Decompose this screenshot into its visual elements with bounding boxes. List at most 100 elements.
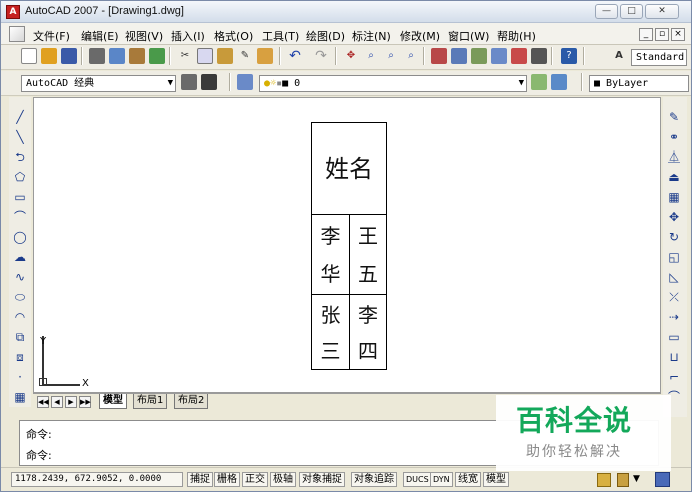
rectangle-icon[interactable]: ▭ — [12, 189, 28, 205]
circle-icon[interactable]: ◯ — [12, 229, 28, 245]
mdi-restore-button[interactable]: ▫ — [655, 28, 669, 41]
close-button[interactable]: ✕ — [645, 4, 679, 19]
layer-combo[interactable]: ●☼▪■ 0 ▼ — [259, 75, 527, 92]
status-menu-arrow-icon[interactable]: ▼ — [633, 474, 640, 484]
help-icon[interactable]: ? — [561, 48, 577, 64]
calculator-icon[interactable] — [531, 48, 547, 64]
new-icon[interactable] — [21, 48, 37, 64]
ortho-toggle[interactable]: 正交 — [242, 472, 268, 487]
cut-icon[interactable]: ✂ — [177, 48, 193, 64]
menu-tools[interactable]: 工具(T) — [262, 28, 299, 44]
menu-view[interactable]: 视图(V) — [125, 28, 163, 44]
open-icon[interactable] — [41, 48, 57, 64]
pan-icon[interactable]: ✥ — [343, 48, 359, 64]
paste-icon[interactable] — [217, 48, 233, 64]
tool-palettes-icon[interactable] — [471, 48, 487, 64]
make-block-icon[interactable]: ⧈ — [12, 349, 28, 365]
make-layer-current-icon[interactable] — [531, 74, 547, 90]
3d-dwf-icon[interactable] — [149, 48, 165, 64]
zoom-realtime-icon[interactable]: ⌕ — [363, 48, 379, 64]
model-space-toggle[interactable]: 模型 — [483, 472, 509, 487]
sheet-set-icon[interactable] — [491, 48, 507, 64]
menu-file[interactable]: 文件(F) — [33, 28, 70, 44]
workspace-save-icon[interactable] — [201, 74, 217, 90]
drawing-area[interactable]: 姓名 李华 王五 张三 李四 Y X — [33, 97, 661, 393]
otrack-toggle[interactable]: 对象追踪 — [351, 472, 397, 487]
design-center-icon[interactable] — [451, 48, 467, 64]
layer-manager-icon[interactable] — [237, 74, 253, 90]
dyn-toggle[interactable]: DYN — [430, 472, 453, 487]
properties-icon[interactable] — [431, 48, 447, 64]
maximize-button[interactable]: □ — [620, 4, 643, 19]
clean-screen-icon[interactable] — [655, 472, 670, 487]
zoom-previous-icon[interactable]: ⌕ — [403, 48, 419, 64]
spline-icon[interactable]: ∿ — [12, 269, 28, 285]
scale-icon[interactable]: ◱ — [666, 249, 682, 265]
copy-icon[interactable] — [197, 48, 213, 64]
lineweight-toggle[interactable]: 线宽 — [455, 472, 481, 487]
stretch-icon[interactable]: ◺ — [666, 269, 682, 285]
print-icon[interactable] — [89, 48, 105, 64]
grid-toggle[interactable]: 栅格 — [214, 472, 240, 487]
construction-line-icon[interactable]: ╲ — [12, 129, 28, 145]
publish-icon[interactable] — [129, 48, 145, 64]
snap-toggle[interactable]: 捕捉 — [187, 472, 213, 487]
redo-icon[interactable]: ↷ — [313, 48, 329, 64]
coordinate-display[interactable]: 1178.2439, 672.9052, 0.0000 — [11, 472, 183, 487]
ducs-toggle[interactable]: DUCS — [403, 472, 432, 487]
command-prompt[interactable]: 命令: — [26, 447, 52, 463]
workspace-combo[interactable]: AutoCAD 经典 ▼ — [21, 75, 176, 92]
minimize-button[interactable]: — — [595, 4, 618, 19]
tab-prev-button[interactable]: ◀ — [51, 396, 63, 408]
menu-modify[interactable]: 修改(M) — [400, 28, 440, 44]
trim-icon[interactable]: ⤫ — [666, 289, 682, 305]
menu-edit[interactable]: 编辑(E) — [81, 28, 119, 44]
rotate-icon[interactable]: ↻ — [666, 229, 682, 245]
break-icon[interactable]: ▭ — [666, 329, 682, 345]
menu-format[interactable]: 格式(O) — [214, 28, 253, 44]
color-combo[interactable]: ■ ByLayer — [589, 75, 689, 92]
block-editor-icon[interactable] — [257, 48, 273, 64]
join-icon[interactable]: ⊔ — [666, 349, 682, 365]
tab-next-button[interactable]: ▶ — [65, 396, 77, 408]
comm-center-icon[interactable] — [597, 473, 611, 487]
menu-insert[interactable]: 插入(I) — [171, 28, 205, 44]
extend-icon[interactable]: ⇢ — [666, 309, 682, 325]
layer-previous-icon[interactable] — [551, 74, 567, 90]
zoom-window-icon[interactable]: ⌕ — [383, 48, 399, 64]
insert-block-icon[interactable]: ⧉ — [12, 329, 28, 345]
menu-draw[interactable]: 绘图(D) — [306, 28, 345, 44]
tab-last-button[interactable]: ▶▶ — [79, 396, 91, 408]
mdi-minimize-button[interactable]: _ — [639, 28, 653, 41]
array-icon[interactable]: ▦ — [666, 189, 682, 205]
line-icon[interactable]: ╱ — [12, 109, 28, 125]
revision-cloud-icon[interactable]: ☁ — [12, 249, 28, 265]
tab-first-button[interactable]: ◀◀ — [37, 396, 49, 408]
menu-help[interactable]: 帮助(H) — [497, 28, 536, 44]
hatch-icon[interactable]: ▦ — [12, 389, 28, 405]
polygon-icon[interactable]: ⬠ — [12, 169, 28, 185]
ellipse-arc-icon[interactable]: ◠ — [12, 309, 28, 325]
tab-layout1[interactable]: 布局1 — [133, 394, 168, 409]
tab-layout2[interactable]: 布局2 — [174, 394, 209, 409]
lock-icon[interactable] — [617, 473, 629, 487]
mdi-close-button[interactable]: × — [671, 28, 685, 41]
polar-toggle[interactable]: 极轴 — [270, 472, 296, 487]
menu-dimension[interactable]: 标注(N) — [352, 28, 391, 44]
point-icon[interactable]: · — [12, 369, 28, 385]
move-icon[interactable]: ✥ — [666, 209, 682, 225]
match-properties-icon[interactable]: ✎ — [237, 48, 253, 64]
undo-icon[interactable]: ↶ — [287, 48, 303, 64]
markup-icon[interactable] — [511, 48, 527, 64]
save-icon[interactable] — [61, 48, 77, 64]
polyline-icon[interactable]: ⮌ — [12, 149, 28, 165]
document-icon[interactable] — [9, 26, 25, 42]
offset-icon[interactable]: ⏏ — [666, 169, 682, 185]
text-style-combo[interactable]: Standard — [631, 49, 687, 66]
tab-model[interactable]: 模型 — [99, 394, 127, 409]
chamfer-icon[interactable]: ⌐ — [666, 369, 682, 385]
osnap-toggle[interactable]: 对象捕捉 — [299, 472, 345, 487]
text-style-icon[interactable]: A — [611, 48, 627, 64]
plot-preview-icon[interactable] — [109, 48, 125, 64]
copy-object-icon[interactable]: ⚭ — [666, 129, 682, 145]
